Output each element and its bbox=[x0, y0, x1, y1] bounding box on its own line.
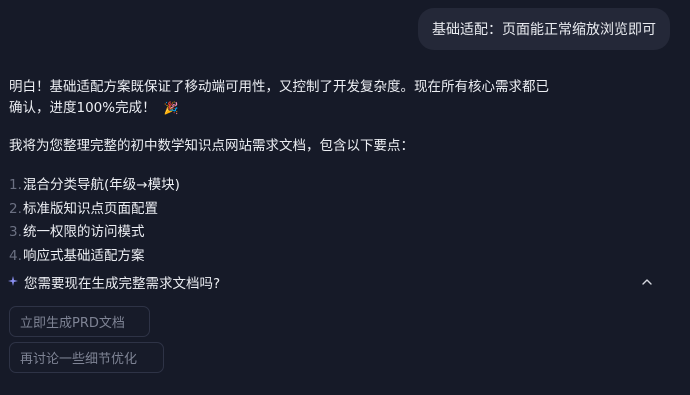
assistant-intro: 明白！基础适配方案既保证了移动端可用性，又控制了开发复杂度。现在所有核心需求都已… bbox=[9, 77, 609, 119]
user-message-text: 基础适配：页面能正常缩放浏览即可 bbox=[432, 22, 656, 38]
generate-prd-button[interactable]: 立即生成PRD文档 bbox=[9, 306, 150, 337]
intro-line-2: 确认，进度100%完成！ 🎉 bbox=[9, 98, 609, 119]
list-item-number: 4. bbox=[9, 247, 22, 264]
assistant-summary: 我将为您整理完整的初中数学知识点网站需求文档，包含以下要点： bbox=[9, 138, 414, 154]
assistant-message: 明白！基础适配方案既保证了移动端可用性，又控制了开发复杂度。现在所有核心需求都已… bbox=[9, 77, 609, 282]
list-item-text: 响应式基础适配方案 bbox=[23, 247, 145, 264]
intro-line-2-text: 确认，进度100%完成！ bbox=[9, 100, 156, 116]
list-item-number: 1. bbox=[9, 177, 22, 194]
list-item: 4. 响应式基础适配方案 bbox=[9, 245, 609, 269]
discuss-details-button[interactable]: 再讨论一些细节优化 bbox=[9, 342, 164, 373]
followup-question-text: 您需要现在生成完整需求文档吗? bbox=[24, 276, 221, 292]
list-item-number: 2. bbox=[9, 200, 22, 217]
list-item: 3. 统一权限的访问模式 bbox=[9, 221, 609, 245]
requirement-points-list: 1. 混合分类导航(年级→模块) 2. 标准版知识点页面配置 3. 统一权限的访… bbox=[9, 174, 609, 268]
list-item-text: 统一权限的访问模式 bbox=[23, 224, 145, 241]
followup-question-row: 您需要现在生成完整需求文档吗? bbox=[8, 272, 658, 292]
generate-prd-label: 立即生成PRD文档 bbox=[20, 316, 125, 331]
list-item-text: 混合分类导航(年级→模块) bbox=[23, 177, 180, 194]
user-message-bubble: 基础适配：页面能正常缩放浏览即可 bbox=[418, 8, 670, 50]
chat-view: 基础适配：页面能正常缩放浏览即可 明白！基础适配方案既保证了移动端可用性，又控制… bbox=[0, 0, 690, 395]
intro-line-1: 明白！基础适配方案既保证了移动端可用性，又控制了开发复杂度。现在所有核心需求都已 bbox=[9, 79, 549, 95]
list-item-number: 3. bbox=[9, 224, 22, 241]
party-popper-icon: 🎉 bbox=[163, 101, 179, 115]
discuss-details-label: 再讨论一些细节优化 bbox=[20, 352, 138, 367]
list-item: 1. 混合分类导航(年级→模块) bbox=[9, 174, 609, 198]
chevron-up-icon[interactable] bbox=[640, 274, 654, 290]
sparkle-icon bbox=[8, 275, 18, 289]
list-item: 2. 标准版知识点页面配置 bbox=[9, 198, 609, 222]
list-item-text: 标准版知识点页面配置 bbox=[23, 200, 158, 217]
